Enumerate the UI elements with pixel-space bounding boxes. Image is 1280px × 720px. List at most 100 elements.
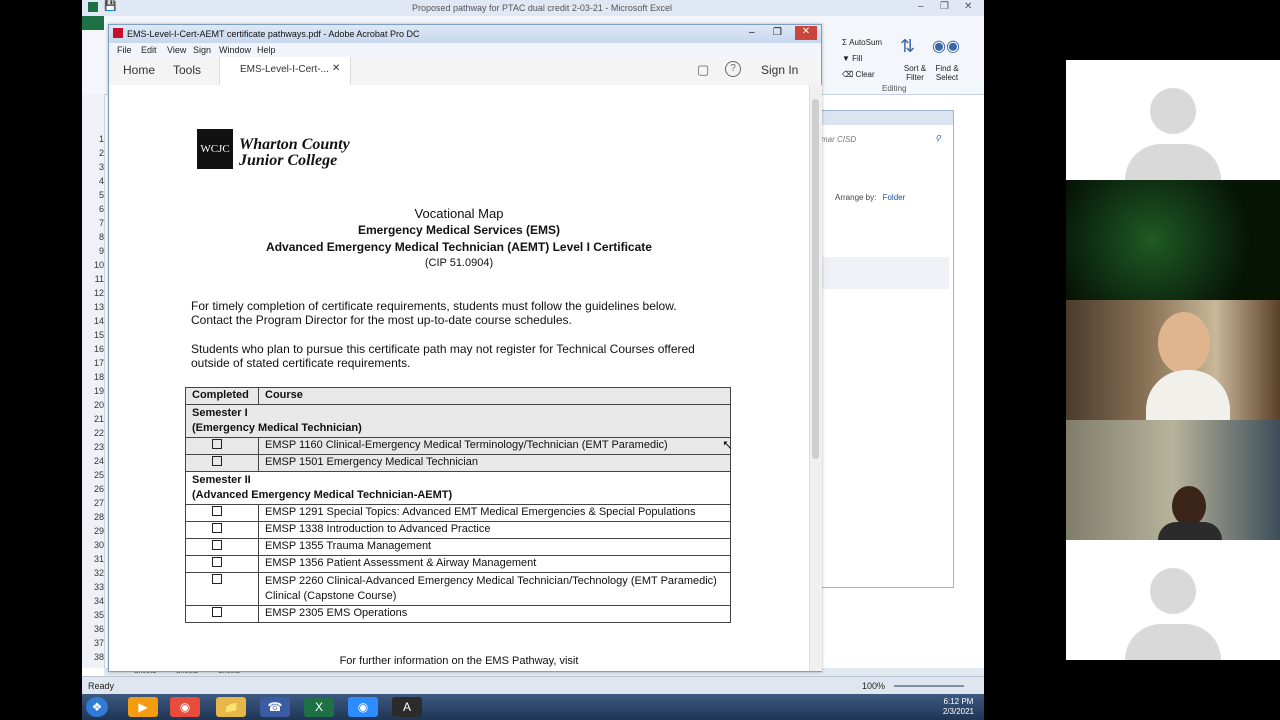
menu-help[interactable]: Help <box>257 45 276 55</box>
minimize-icon[interactable]: – <box>749 27 755 38</box>
completed-checkbox[interactable] <box>212 506 222 516</box>
row-number[interactable]: 23 <box>82 442 104 452</box>
zoom-slider[interactable] <box>894 685 964 687</box>
college-name-line1: Wharton County <box>239 136 350 153</box>
tab-tools[interactable]: Tools <box>173 63 201 77</box>
table-row: EMSP 1355 Trauma Management <box>185 538 731 556</box>
acrobat-taskbar-icon[interactable]: A <box>392 697 422 717</box>
row-number[interactable]: 1 <box>82 134 104 144</box>
avatar-body-icon <box>1125 144 1221 180</box>
row-number[interactable]: 16 <box>82 344 104 354</box>
completed-checkbox[interactable] <box>212 456 222 466</box>
row-number[interactable]: 17 <box>82 358 104 368</box>
find-select-button[interactable]: Find & Select <box>930 64 964 82</box>
start-button-icon[interactable]: ❖ <box>86 697 108 717</box>
row-number[interactable]: 27 <box>82 498 104 508</box>
row-number[interactable]: 10 <box>82 260 104 270</box>
row-number[interactable]: 5 <box>82 190 104 200</box>
tab-home[interactable]: Home <box>123 63 155 77</box>
row-number[interactable]: 25 <box>82 470 104 480</box>
menu-sign[interactable]: Sign <box>193 45 211 55</box>
participant-tile-video-dark[interactable] <box>1066 180 1280 300</box>
row-number[interactable]: 32 <box>82 568 104 578</box>
file-explorer-icon[interactable]: 📁 <box>216 697 246 717</box>
completed-checkbox[interactable] <box>212 574 222 584</box>
row-number[interactable]: 29 <box>82 526 104 536</box>
row-number[interactable]: 21 <box>82 414 104 424</box>
help-icon[interactable]: ? <box>725 61 741 77</box>
menu-window[interactable]: Window <box>219 45 251 55</box>
row-number[interactable]: 6 <box>82 204 104 214</box>
zoom-app-icon[interactable]: ◉ <box>348 697 378 717</box>
save-icon[interactable]: 💾 <box>104 1 116 12</box>
row-number[interactable]: 14 <box>82 316 104 326</box>
menu-file[interactable]: File <box>117 45 132 55</box>
row-number[interactable]: 2 <box>82 148 104 158</box>
media-player-icon[interactable]: ▶ <box>128 697 158 717</box>
tab-document[interactable]: EMS-Level-I-Cert-... ✕ <box>219 57 351 85</box>
search-box[interactable]: mar CISD ⚲ <box>821 134 949 144</box>
row-number[interactable]: 4 <box>82 176 104 186</box>
row-number[interactable]: 35 <box>82 610 104 620</box>
row-number[interactable]: 19 <box>82 386 104 396</box>
arrange-by-dropdown[interactable]: Folder <box>883 193 906 202</box>
sign-in-button[interactable]: Sign In <box>761 63 798 77</box>
doc-heading-vocational-map: Vocational Map <box>414 206 504 221</box>
participant-tile-video-woman[interactable] <box>1066 300 1280 420</box>
scroll-thumb[interactable] <box>812 99 819 459</box>
restore-icon[interactable]: ❐ <box>773 27 782 38</box>
clear-button[interactable]: ⌫ Clear <box>842 70 875 79</box>
close-icon[interactable]: ✕ <box>795 26 817 40</box>
row-number[interactable]: 20 <box>82 400 104 410</box>
completed-checkbox[interactable] <box>212 523 222 533</box>
menu-edit[interactable]: Edit <box>141 45 157 55</box>
phone-icon[interactable]: ☎ <box>260 697 290 717</box>
sort-filter-button[interactable]: Sort & Filter <box>900 64 930 82</box>
zoom-level[interactable]: 100% <box>862 681 885 691</box>
row-number[interactable]: 30 <box>82 540 104 550</box>
close-tab-icon[interactable]: ✕ <box>332 63 340 74</box>
row-number[interactable]: 11 <box>82 274 104 284</box>
file-tab[interactable] <box>82 16 104 30</box>
completed-checkbox[interactable] <box>212 607 222 617</box>
participant-tile-avatar[interactable] <box>1066 540 1280 660</box>
row-number[interactable]: 28 <box>82 512 104 522</box>
row-number[interactable]: 33 <box>82 582 104 592</box>
row-number[interactable]: 36 <box>82 624 104 634</box>
completed-checkbox[interactable] <box>212 439 222 449</box>
row-number[interactable]: 34 <box>82 596 104 606</box>
chrome-icon[interactable]: ◉ <box>170 697 200 717</box>
course-cell: EMSP 1338 Introduction to Advanced Pract… <box>258 521 731 539</box>
completed-checkbox[interactable] <box>212 557 222 567</box>
pdf-scrollbar[interactable] <box>809 85 822 671</box>
menu-view[interactable]: View <box>167 45 186 55</box>
row-number[interactable]: 18 <box>82 372 104 382</box>
minimize-icon[interactable]: – <box>918 1 924 12</box>
row-number[interactable]: 7 <box>82 218 104 228</box>
clock-time: 6:12 PM <box>943 697 974 706</box>
avatar-icon <box>1150 88 1196 134</box>
row-number[interactable]: 8 <box>82 232 104 242</box>
row-number[interactable]: 22 <box>82 428 104 438</box>
excel-taskbar-icon[interactable]: X <box>304 697 334 717</box>
row-number[interactable]: 38 <box>82 652 104 662</box>
row-number[interactable]: 9 <box>82 246 104 256</box>
row-number[interactable]: 15 <box>82 330 104 340</box>
row-number[interactable]: 26 <box>82 484 104 494</box>
completed-checkbox[interactable] <box>212 540 222 550</box>
restore-icon[interactable]: ❐ <box>940 1 949 12</box>
row-number[interactable]: 24 <box>82 456 104 466</box>
comment-icon[interactable]: ▢ <box>697 62 709 78</box>
row-number[interactable]: 3 <box>82 162 104 172</box>
row-number[interactable]: 31 <box>82 554 104 564</box>
row-number[interactable]: 12 <box>82 288 104 298</box>
row-number[interactable]: 37 <box>82 638 104 648</box>
system-clock[interactable]: 6:12 PM 2/3/2021 <box>943 697 974 717</box>
participant-tile-video-man[interactable] <box>1066 420 1280 540</box>
fill-button[interactable]: ▼ Fill <box>842 54 862 63</box>
close-icon[interactable]: ✕ <box>964 1 972 12</box>
search-icon[interactable]: ⚲ <box>935 134 941 143</box>
autosum-button[interactable]: Σ AutoSum <box>842 38 882 47</box>
row-number[interactable]: 13 <box>82 302 104 312</box>
participant-tile-avatar[interactable] <box>1066 60 1280 180</box>
